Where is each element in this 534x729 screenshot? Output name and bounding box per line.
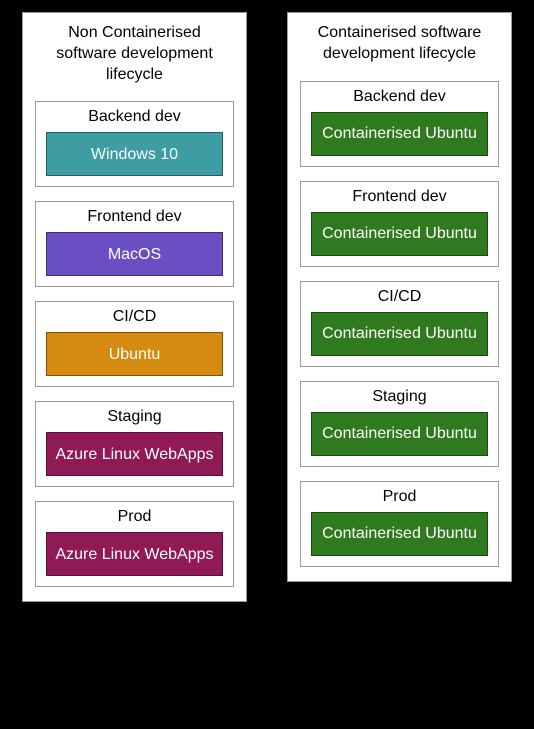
env-box: Containerised Ubuntu [311,312,488,356]
stage-prod: Prod Containerised Ubuntu [300,481,499,567]
stage-backend-dev: Backend dev Containerised Ubuntu [300,81,499,167]
env-box: Containerised Ubuntu [311,212,488,256]
stage-title: Staging [46,408,223,426]
stage-staging: Staging Containerised Ubuntu [300,381,499,467]
env-box: Containerised Ubuntu [311,412,488,456]
column-non-containerised: Non Containerised software development l… [22,12,247,602]
stage-staging: Staging Azure Linux WebApps [35,401,234,487]
env-box: Ubuntu [46,332,223,376]
env-box: Azure Linux WebApps [46,432,223,476]
stage-title: Prod [311,488,488,506]
stage-title: Staging [311,388,488,406]
stage-title: CI/CD [46,308,223,326]
env-box: Windows 10 [46,132,223,176]
stage-frontend-dev: Frontend dev Containerised Ubuntu [300,181,499,267]
env-box: MacOS [46,232,223,276]
stage-cicd: CI/CD Containerised Ubuntu [300,281,499,367]
stage-frontend-dev: Frontend dev MacOS [35,201,234,287]
env-box: Containerised Ubuntu [311,512,488,556]
stage-cicd: CI/CD Ubuntu [35,301,234,387]
stage-title: CI/CD [311,288,488,306]
stage-prod: Prod Azure Linux WebApps [35,501,234,587]
stage-title: Frontend dev [46,208,223,226]
stage-backend-dev: Backend dev Windows 10 [35,101,234,187]
column-title: Containerised software development lifec… [300,23,499,65]
stage-title: Backend dev [311,88,488,106]
env-box: Azure Linux WebApps [46,532,223,576]
column-containerised: Containerised software development lifec… [287,12,512,582]
stage-title: Backend dev [46,108,223,126]
stage-title: Frontend dev [311,188,488,206]
stage-title: Prod [46,508,223,526]
column-title: Non Containerised software development l… [35,23,234,85]
env-box: Containerised Ubuntu [311,112,488,156]
